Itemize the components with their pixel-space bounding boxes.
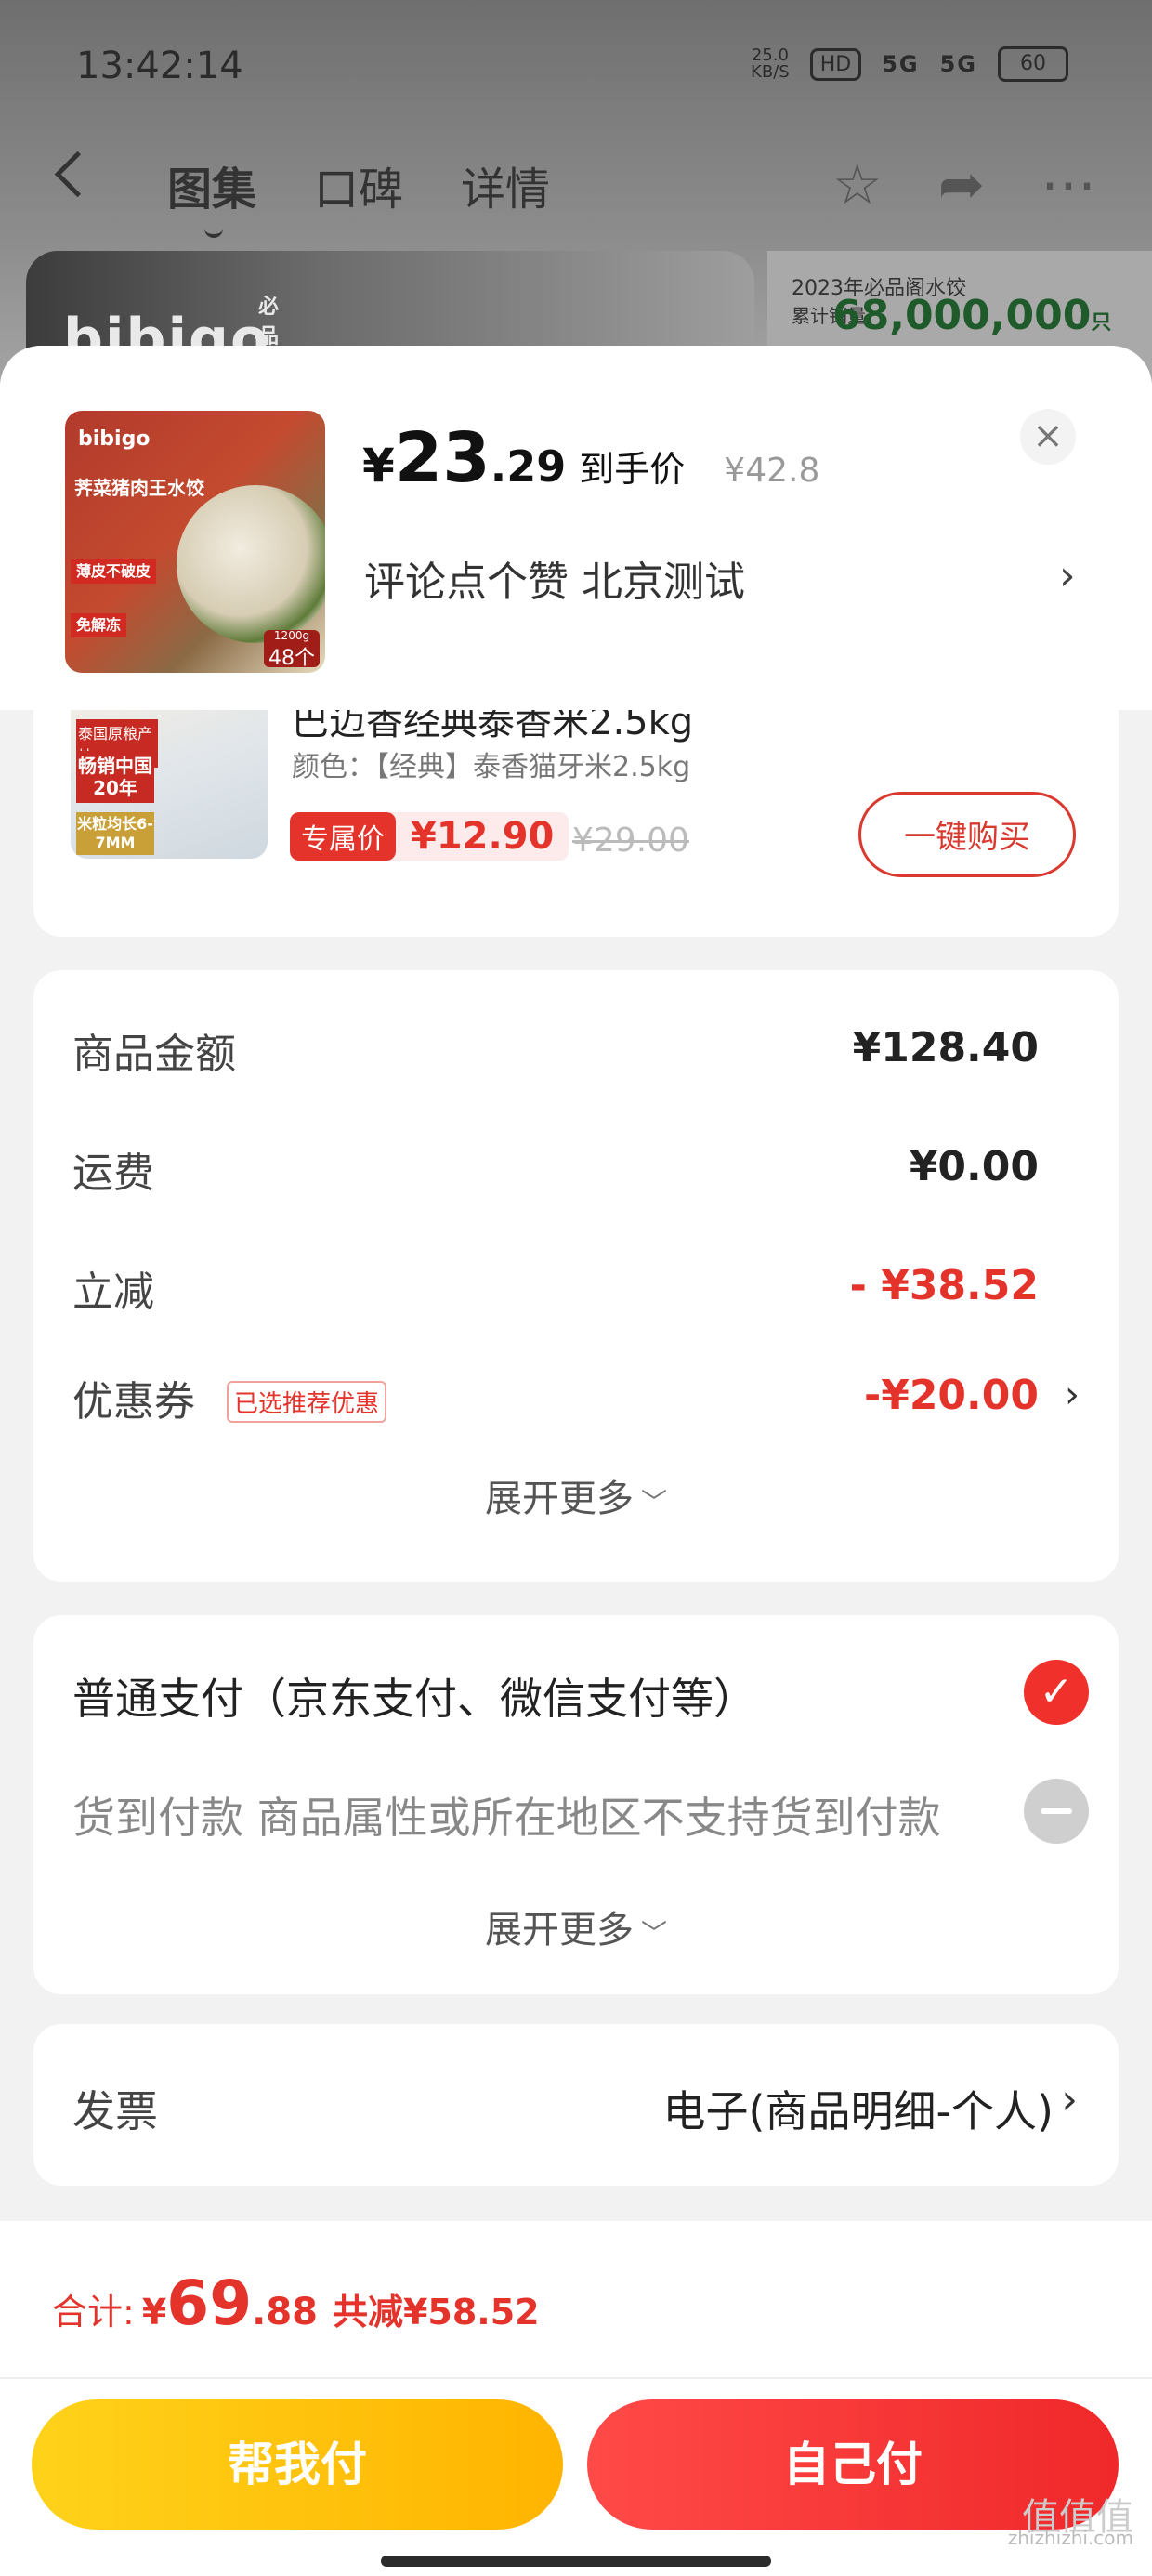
sales-banner-number: 68,000,000只 [832,292,1112,339]
divider [0,2377,1152,2379]
invoice-value: 电子(商品明细-个人) [662,2086,1054,2136]
back-icon[interactable] [54,151,101,198]
one-click-buy-button[interactable]: 一键购买 [858,792,1076,877]
favorite-star-icon[interactable]: ☆ [832,152,883,217]
close-button[interactable]: × [1020,409,1076,465]
nav-actions: ☆ ➦ ⋯ [832,152,1096,217]
payment-method-card: 普通支付（京东支付、微信支付等） ✓ 货到付款 商品属性或所在地区不支持货到付款… [33,1615,1119,1994]
invoice-card[interactable]: 发票 电子(商品明细-个人) › [33,2024,1119,2186]
summary-row-discount: 立减 - ¥38.52 [72,1262,1039,1316]
thumb-badge-1: 薄皮不破皮 [71,559,157,584]
more-icon[interactable]: ⋯ [1041,152,1096,217]
exclusive-label: 专属价 [290,812,396,861]
chevron-down-icon: ﹀ [640,1487,667,1518]
spec-summary[interactable]: 评论点个赞 北京测试 [364,548,745,608]
watermark: 值值值 zhizhizhi.com [1007,2496,1133,2549]
tab-reviews[interactable]: 口碑 [314,152,403,217]
original-price: ¥42.8 [724,452,820,490]
gift-item-card: 泰国原粮产地 畅销中国20年 米粒均长6-7MM 巴迈香经典泰香米2.5kg 颜… [33,710,1119,937]
tab-gallery[interactable]: 图集 [167,152,256,238]
status-icons: 25.0 KB/S HD 5G 5G 60 [751,46,1068,82]
thumb-count-badge: 1200g 48个 [264,630,320,670]
summary-row-goods: 商品金额 ¥128.40 [72,1024,1039,1078]
payment-expand-more[interactable]: 展开更多 ﹀ [33,1899,1119,1953]
rice-product-image: 泰国原粮产地 畅销中国20年 米粒均长6-7MM [71,710,268,859]
signal-icon-2: 5G [939,51,977,77]
summary-row-shipping: 运费 ¥0.00 [72,1143,1039,1197]
share-icon[interactable]: ➦ [938,152,985,217]
checkout-sheet: bibigo 荠菜猪肉王水饺 薄皮不破皮 免解冻 1200g 48个 ¥ 23 … [0,346,1152,2576]
payment-option-normal[interactable]: 普通支付（京东支付、微信支付等） ✓ [72,1660,1089,1734]
tab-details[interactable]: 详情 [461,152,550,217]
help-me-pay-button[interactable]: 帮我付 [32,2399,563,2530]
home-indicator[interactable] [381,2556,771,2567]
chevron-right-icon[interactable]: › [1061,2076,1078,2123]
thumb-badge-2: 免解冻 [71,613,127,637]
dumpling-image [177,485,325,643]
gift-title: 巴迈香经典泰香米2.5kg [292,710,694,743]
product-page-background: 13:42:14 25.0 KB/S HD 5G 5G 60 图集 口碑 详情 … [0,0,1152,400]
disabled-icon [1024,1779,1089,1844]
battery-icon: 60 [998,46,1068,82]
status-time: 13:42:14 [76,45,243,87]
rice-length-label: 米粒均长6-7MM [76,812,154,855]
status-bar: 13:42:14 25.0 KB/S HD 5G 5G 60 [0,0,1152,130]
sheet-header: bibigo 荠菜猪肉王水饺 薄皮不破皮 免解冻 1200g 48个 ¥ 23 … [0,346,1152,710]
chevron-right-icon[interactable]: › [1065,1373,1080,1416]
chevron-right-icon[interactable]: › [1059,552,1076,599]
exclusive-price: ¥12.90 [411,815,555,858]
chevron-down-icon: ﹀ [640,1918,667,1949]
checkout-footer: 合计: ¥ 69 .88 共减¥58.52 帮我付 自己付 值值值 zhizhi… [0,2221,1152,2576]
hd-icon: HD [809,47,862,81]
product-nav-bar: 图集 口碑 详情 ☆ ➦ ⋯ [0,139,1152,242]
net-speed: 25.0 KB/S [751,46,790,82]
invoice-label: 发票 [72,2086,158,2136]
summary-row-coupon[interactable]: 优惠券 已选推荐优惠 -¥20.00 › [72,1368,1085,1433]
price-summary-card: 商品金额 ¥128.40 运费 ¥0.00 立减 - ¥38.52 优惠券 已选… [33,970,1119,1582]
gift-original-price: ¥29.00 [572,821,689,860]
order-total: 合计: ¥ 69 .88 共减¥58.52 [52,2267,540,2339]
thumb-brand: bibigo [78,427,151,451]
final-price-label: 到手价 [579,449,686,490]
final-price: ¥ 23 .29 到手价 ¥42.8 [362,418,820,498]
product-tabs: 图集 口碑 详情 [167,152,550,238]
checked-icon[interactable]: ✓ [1024,1660,1089,1725]
gift-attribute: 颜色：【经典】泰香猫牙米2.5kg [292,751,691,783]
coupon-recommended-tag: 已选推荐优惠 [227,1381,387,1423]
product-thumbnail: bibigo 荠菜猪肉王水饺 薄皮不破皮 免解冻 1200g 48个 [65,411,325,673]
payment-option-cod: 货到付款 商品属性或所在地区不支持货到付款 [72,1779,1089,1853]
thumb-title: 荠菜猪肉王水饺 [74,477,204,499]
exclusive-price-tag: 专属价 ¥12.90 [290,812,569,861]
total-saving: 共减¥58.52 [332,2292,540,2333]
rice-years-label: 畅销中国20年 [76,751,154,803]
summary-expand-more[interactable]: 展开更多 ﹀ [33,1468,1119,1522]
signal-icon-1: 5G [882,51,920,77]
